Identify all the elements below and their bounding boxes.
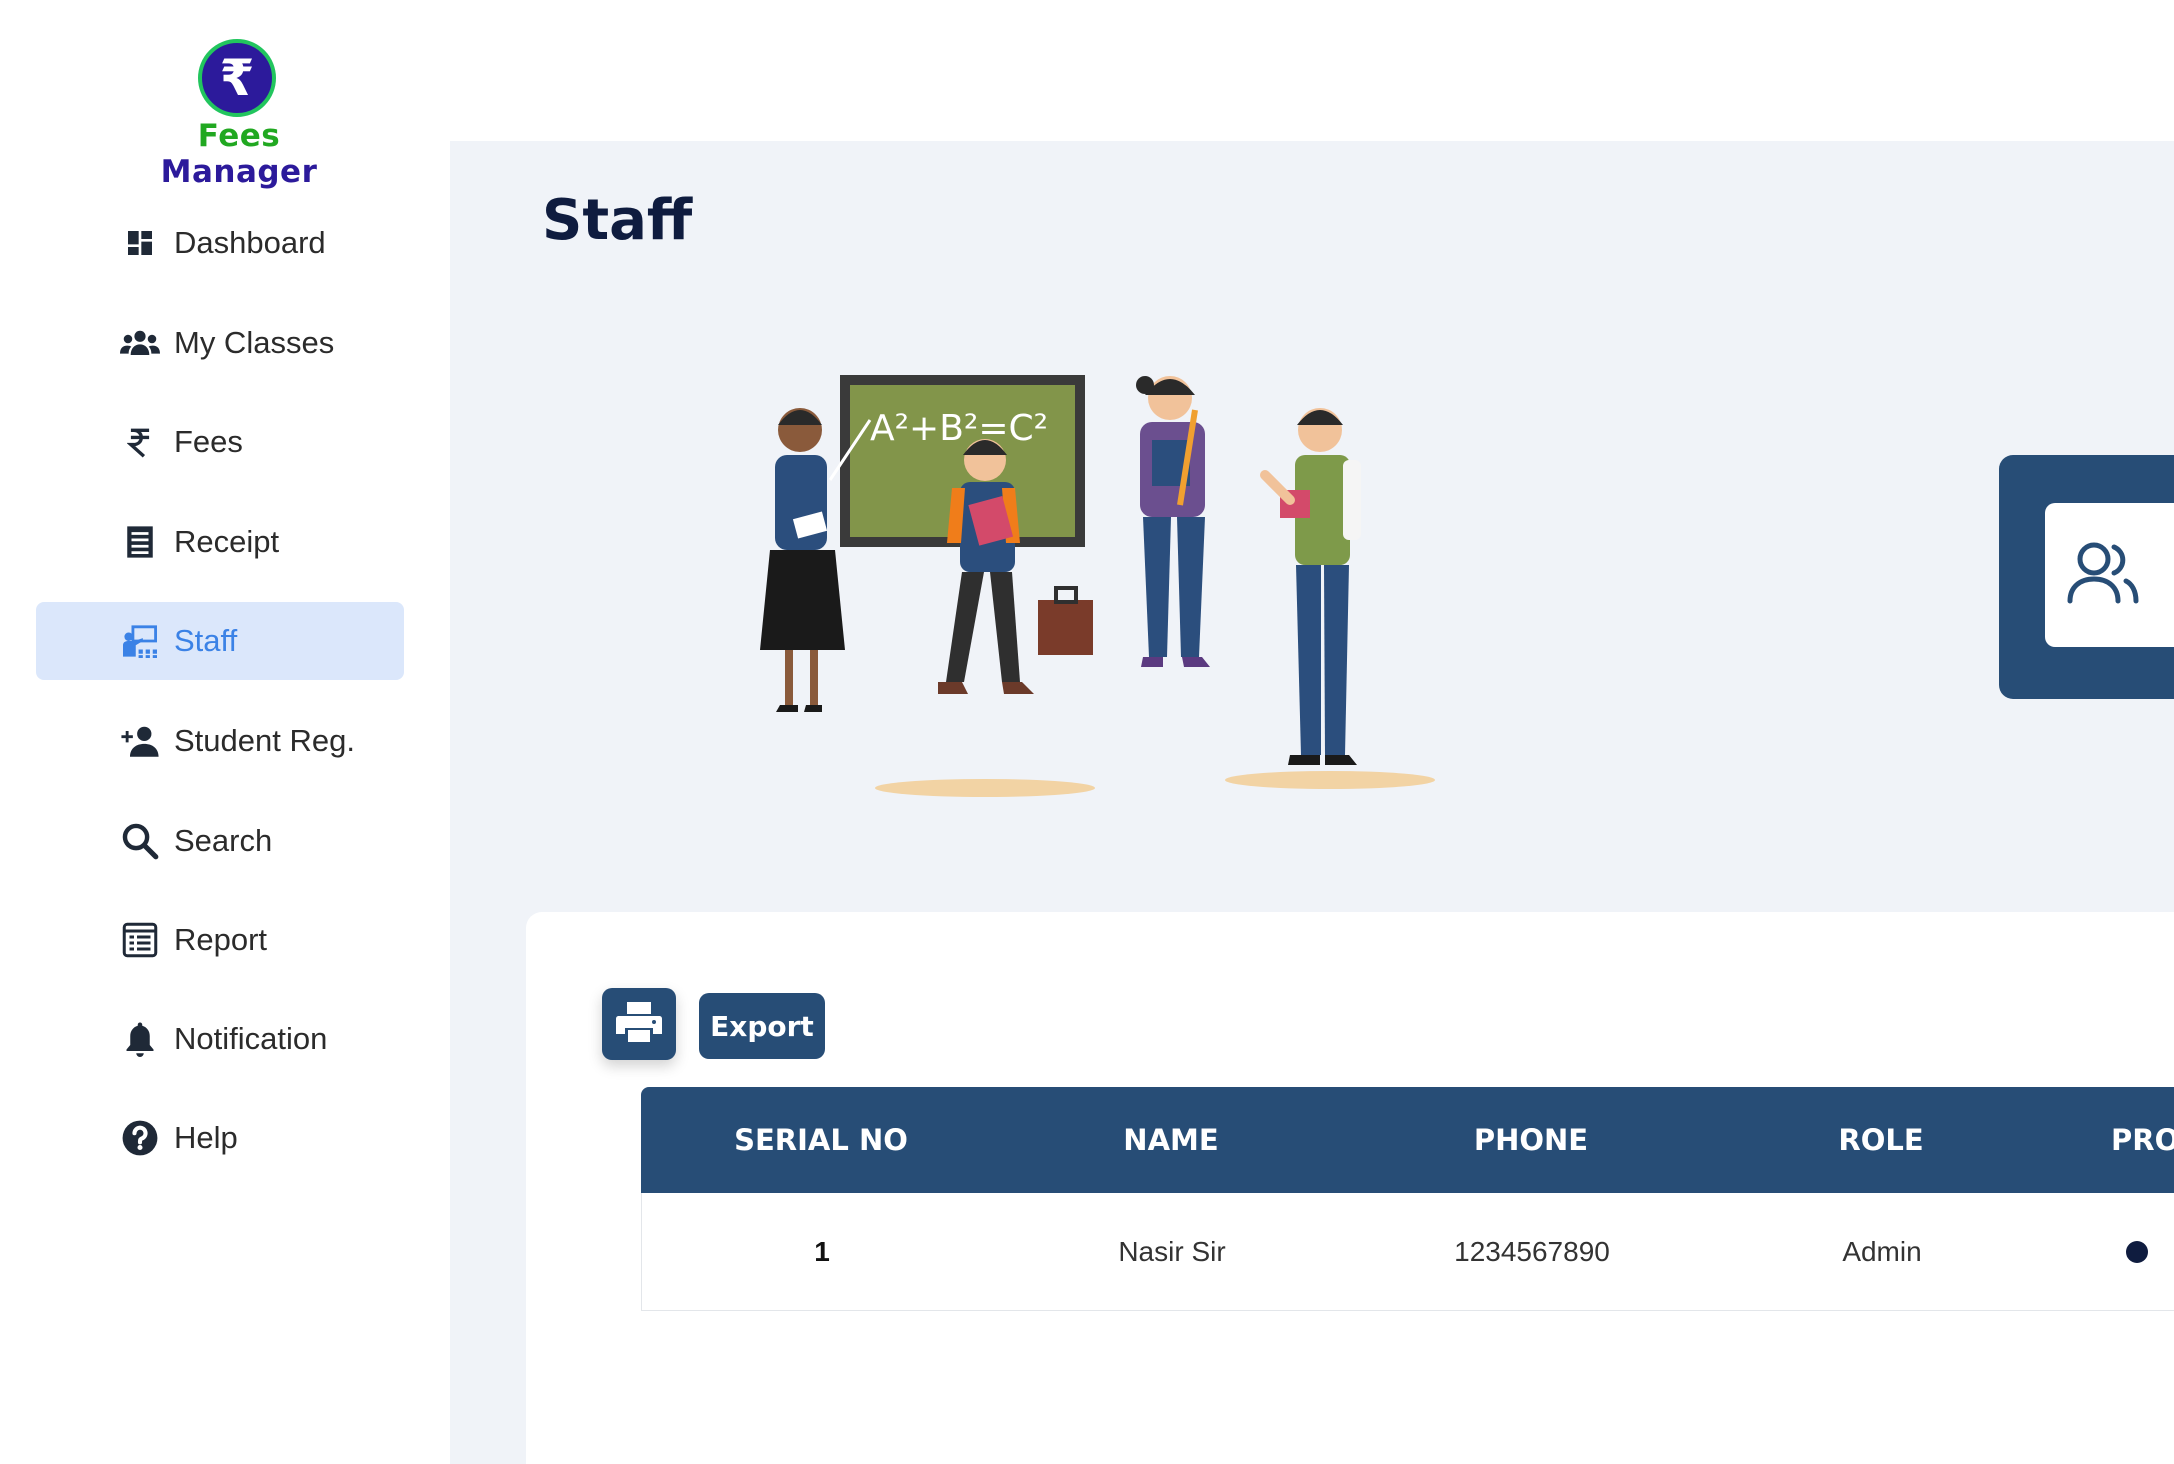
sidebar-item-label: Receipt: [174, 524, 280, 559]
help-icon: [118, 1116, 162, 1160]
add-user-icon: [118, 719, 162, 763]
staff-table: SERIAL NO NAME PHONE ROLE PRO 1 Nasir Si…: [641, 1087, 2174, 1311]
staff-count-card-inner: [2045, 503, 2174, 647]
print-button[interactable]: [602, 988, 676, 1060]
users-outline-icon: [2067, 541, 2142, 610]
cell-phone: 1234567890: [1454, 1235, 1610, 1267]
top-bar: [450, 0, 2174, 141]
bell-icon: [118, 1017, 162, 1061]
sidebar-item-label: Help: [174, 1120, 238, 1155]
receipt-icon: [118, 520, 162, 564]
export-button[interactable]: Export: [699, 993, 825, 1059]
svg-text:A²+B²=C²: A²+B²=C²: [870, 408, 1048, 449]
printer-icon: [615, 1000, 663, 1049]
sidebar: ₹ Fees Manager Dashboard My Classes Fees: [0, 0, 450, 1464]
column-header-profile[interactable]: PRO: [2111, 1087, 2174, 1193]
column-header-name[interactable]: NAME: [1021, 1087, 1321, 1193]
sidebar-item-staff[interactable]: Staff: [36, 602, 404, 680]
cell-role: Admin: [1842, 1235, 1922, 1267]
column-header-role[interactable]: ROLE: [1731, 1087, 2031, 1193]
app-name-word-2: Manager: [160, 154, 318, 190]
sidebar-item-label: Notification: [174, 1021, 328, 1056]
sidebar-item-help[interactable]: Help: [36, 1099, 404, 1177]
sidebar-item-fees[interactable]: Fees: [36, 403, 404, 481]
rupee-logo-icon: ₹: [198, 39, 276, 117]
table-header-row: SERIAL NO NAME PHONE ROLE PRO: [641, 1087, 2174, 1193]
report-icon: [118, 918, 162, 962]
staff-illustration: A²+B²=C²: [760, 375, 1435, 797]
dashboard-icon: [118, 221, 162, 265]
sidebar-item-receipt[interactable]: Receipt: [36, 503, 404, 581]
rupee-icon: [118, 420, 162, 464]
app-name-word-1: Fees: [197, 118, 281, 154]
cell-name: Nasir Sir: [1118, 1235, 1226, 1267]
sidebar-item-label: Staff: [174, 623, 238, 658]
app-root: ₹ Fees Manager Dashboard My Classes Fees: [0, 0, 2174, 1464]
staff-icon: [118, 619, 162, 663]
sidebar-item-notification[interactable]: Notification: [36, 1000, 404, 1078]
view-profile-icon[interactable]: [2126, 1240, 2148, 1263]
page-title: Staff: [542, 188, 693, 253]
sidebar-item-label: Report: [174, 922, 268, 957]
sidebar-item-report[interactable]: Report: [36, 901, 404, 979]
sidebar-item-label: Dashboard: [174, 225, 326, 260]
sidebar-item-my-classes[interactable]: My Classes: [36, 304, 404, 382]
app-logo[interactable]: ₹ Fees Manager: [128, 36, 350, 190]
sidebar-item-label: Fees: [174, 424, 243, 459]
sidebar-item-label: My Classes: [174, 325, 335, 360]
sidebar-item-dashboard[interactable]: Dashboard: [36, 204, 404, 282]
cell-profile[interactable]: [2112, 1193, 2174, 1310]
app-name: Fees Manager: [128, 118, 350, 190]
column-header-phone[interactable]: PHONE: [1381, 1087, 1681, 1193]
cell-serial: 1: [814, 1235, 830, 1267]
sidebar-item-label: Student Reg.: [174, 723, 355, 758]
staff-count-card[interactable]: [1999, 455, 2174, 699]
column-header-serial[interactable]: SERIAL NO: [671, 1087, 971, 1193]
table-row[interactable]: 1 Nasir Sir 1234567890 Admin: [641, 1193, 2174, 1311]
sidebar-item-search[interactable]: Search: [36, 802, 404, 880]
sidebar-item-student-reg[interactable]: Student Reg.: [36, 702, 404, 780]
sidebar-item-label: Search: [174, 823, 273, 858]
users-icon: [118, 321, 162, 365]
search-icon: [118, 819, 162, 863]
